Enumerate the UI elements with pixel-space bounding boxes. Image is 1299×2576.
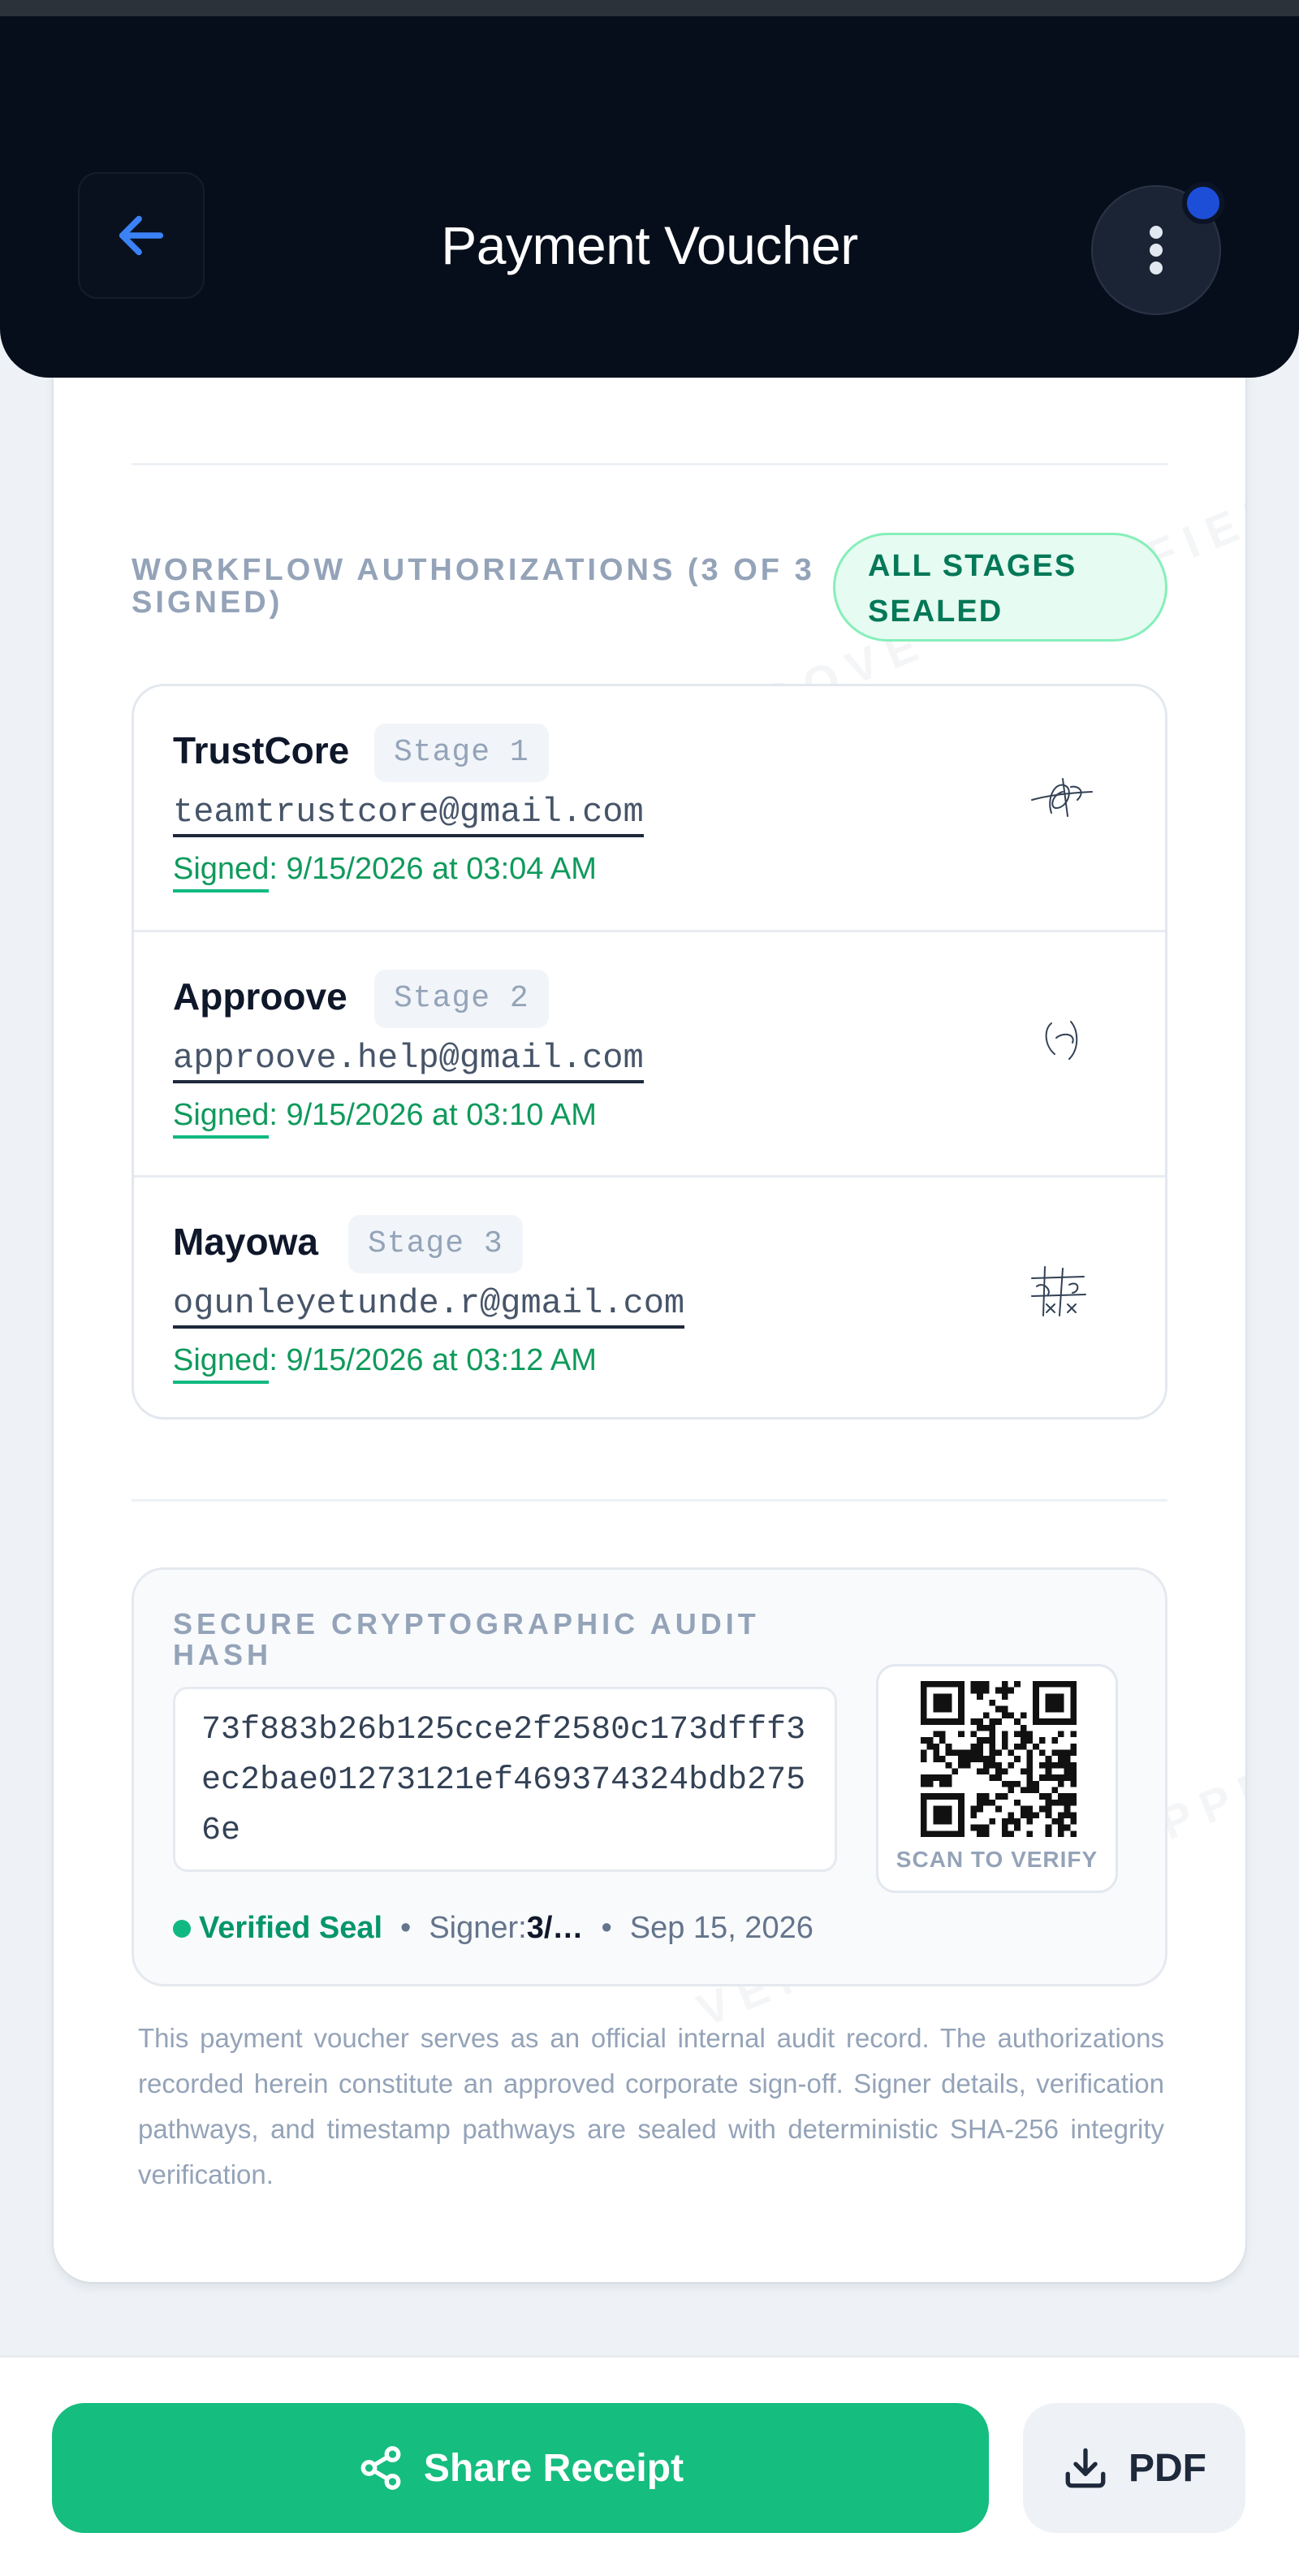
audit-hash-title: SECURE CRYPTOGRAPHIC AUDIT HASH [173, 1607, 760, 1671]
qr-code-box[interactable]: SCAN TO VERIFY [876, 1664, 1118, 1893]
list-item: Mayowa Stage 3 ogunleyetunde.r@gmail.com… [134, 1175, 1165, 1417]
status-strip [0, 0, 1299, 16]
workflow-section-title: WORKFLOW AUTHORIZATIONS (3 OF 3 SIGNED) [132, 553, 815, 620]
signer-email-link[interactable]: approove.help@gmail.com [173, 1038, 644, 1083]
signature-image [1045, 1021, 1078, 1060]
voucher-card: VERIFIED VIA APPROOVE VERIFIED VIA APPRO… [54, 309, 1245, 2282]
signed-time: : 9/15/2026 at 03:10 AM [269, 1098, 597, 1132]
status-dot [173, 1919, 191, 1938]
audit-hash-panel: SECURE CRYPTOGRAPHIC AUDIT HASH 73f883b2… [132, 1567, 1167, 1986]
signed-label: Signed [173, 1098, 270, 1139]
disclaimer-text: This payment voucher serves as an offici… [138, 2023, 1164, 2189]
signed-timestamp: Signed: 9/15/2026 at 03:10 AM [173, 1098, 597, 1139]
signer-label: Signer: [429, 1911, 527, 1945]
list-item: TrustCore Stage 1 teamtrustcore@gmail.co… [134, 686, 1165, 931]
signed-timestamp: Signed: 9/15/2026 at 03:04 AM [173, 852, 597, 893]
pdf-label: PDF [1129, 2446, 1206, 2490]
download-pdf-button[interactable]: PDF [1023, 2403, 1245, 2533]
signer-name: Approove [173, 975, 347, 1018]
qr-code-icon [921, 1681, 1077, 1837]
download-icon [1065, 2448, 1106, 2488]
share-receipt-label: Share Receipt [423, 2446, 684, 2490]
stage-pill: Stage 2 [374, 970, 549, 1028]
status-badge: ALL STAGES SEALED [833, 533, 1167, 642]
list-item: Approove Stage 2 approove.help@gmail.com… [134, 930, 1165, 1175]
notification-dot [1182, 182, 1224, 224]
share-icon [360, 2446, 401, 2490]
bottom-action-bar: Share Receipt PDF [0, 2355, 1299, 2576]
signer-value: 3/… [526, 1911, 584, 1945]
divider [132, 1499, 1167, 1502]
signature-image [1031, 778, 1093, 817]
qr-caption: SCAN TO VERIFY [895, 1847, 1098, 1872]
verified-seal-label: Verified Seal [199, 1911, 383, 1945]
signed-label: Signed [173, 852, 270, 893]
stage-pill: Stage 1 [374, 724, 549, 782]
signed-label: Signed [173, 1343, 270, 1384]
audit-hash-value[interactable]: 73f883b26b125cce2f2580c173dfff3ec2bae012… [173, 1687, 837, 1872]
signer-email-link[interactable]: teamtrustcore@gmail.com [173, 792, 644, 837]
divider [132, 463, 1167, 465]
more-vertical-icon [1150, 226, 1163, 274]
app-header: Payment Voucher [0, 16, 1299, 378]
bullet-separator: • [400, 1911, 412, 1945]
share-receipt-button[interactable]: Share Receipt [52, 2403, 989, 2533]
signer-name: TrustCore [173, 729, 350, 772]
bullet-separator: • [601, 1911, 612, 1945]
seal-meta: Verified Seal • Signer: 3/… • Sep 15, 20… [173, 1911, 813, 1946]
signed-time: : 9/15/2026 at 03:04 AM [269, 852, 597, 886]
stage-pill: Stage 3 [348, 1215, 523, 1273]
seal-date: Sep 15, 2026 [629, 1911, 813, 1945]
signature-image [1031, 1266, 1086, 1316]
authorization-list: TrustCore Stage 1 teamtrustcore@gmail.co… [132, 684, 1167, 1420]
signed-timestamp: Signed: 9/15/2026 at 03:12 AM [173, 1343, 597, 1384]
signed-time: : 9/15/2026 at 03:12 AM [269, 1343, 597, 1377]
signer-name: Mayowa [173, 1221, 318, 1263]
signer-email-link[interactable]: ogunleyetunde.r@gmail.com [173, 1283, 685, 1329]
